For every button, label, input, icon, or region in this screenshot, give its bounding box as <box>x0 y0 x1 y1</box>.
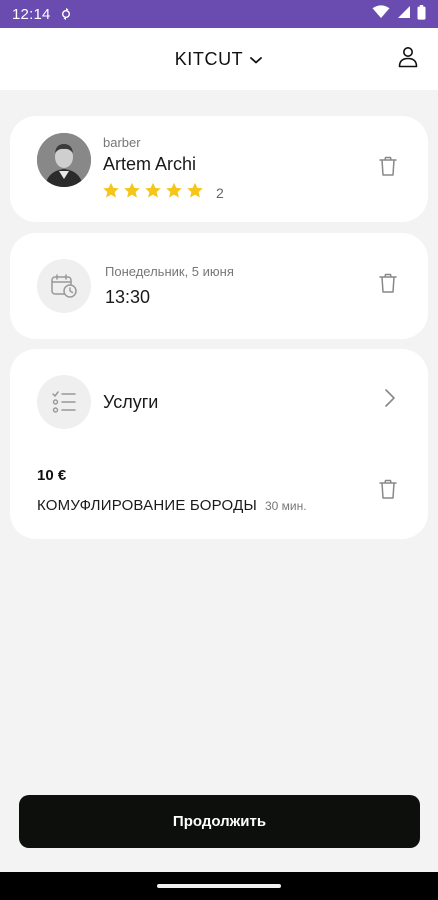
trash-icon <box>379 156 397 181</box>
home-indicator[interactable] <box>157 884 281 888</box>
status-icons <box>372 4 426 24</box>
star-icon <box>144 182 162 204</box>
services-open-button[interactable] <box>382 388 398 413</box>
time-value: 13:30 <box>105 287 151 307</box>
services-card: Услуги 10 € КОМУФЛИРОВАНИЕ БОРОДЫ 30 мин… <box>10 349 428 539</box>
services-title: Услуги <box>103 392 159 412</box>
continue-button[interactable]: Продолжить <box>19 795 420 848</box>
trash-icon <box>379 479 397 504</box>
calendar-clock-icon <box>37 259 91 313</box>
chevron-right-icon <box>384 388 396 413</box>
service-duration: 30 мин. <box>264 499 307 513</box>
delete-service-button[interactable] <box>377 479 399 503</box>
rating-count: 2 <box>216 185 224 201</box>
profile-button[interactable] <box>396 46 420 72</box>
trash-icon <box>379 273 397 298</box>
datetime-card[interactable]: Понедельник, 5 июня 13:30 <box>10 233 428 339</box>
signal-icon <box>396 5 411 23</box>
star-icon <box>165 182 183 204</box>
service-item: КОМУФЛИРОВАНИЕ БОРОДЫ 30 мин. <box>37 497 307 514</box>
brand-selector[interactable]: KITCUT <box>175 49 264 70</box>
rating: 2 <box>102 182 224 204</box>
barber-role: barber <box>103 135 141 150</box>
status-bar: 12:14 <box>0 0 438 28</box>
app-header: KITCUT <box>0 28 438 90</box>
user-icon <box>398 46 418 73</box>
star-icon <box>123 182 141 204</box>
star-icon <box>102 182 120 204</box>
sync-icon <box>61 7 71 21</box>
chevron-down-icon <box>249 49 263 70</box>
service-name: КОМУФЛИРОВАНИЕ БОРОДЫ <box>37 497 257 514</box>
date-label: Понедельник, 5 июня <box>105 264 234 279</box>
delete-datetime-button[interactable] <box>377 273 399 297</box>
brand-name: KITCUT <box>174 48 244 69</box>
system-nav-bar <box>0 872 438 900</box>
booking-screen: 12:14 KITCUT barber Artem Archi 2 Понеде… <box>0 0 438 900</box>
barber-name: Artem Archi <box>103 154 197 174</box>
delete-barber-button[interactable] <box>377 156 399 180</box>
wifi-icon <box>372 5 390 23</box>
status-time: 12:14 <box>12 5 51 23</box>
checklist-icon <box>37 375 91 429</box>
star-icon <box>186 182 204 204</box>
battery-icon <box>417 4 426 24</box>
barber-card[interactable]: barber Artem Archi 2 <box>10 116 428 222</box>
avatar <box>37 133 91 187</box>
service-price: 10 € <box>37 467 67 484</box>
